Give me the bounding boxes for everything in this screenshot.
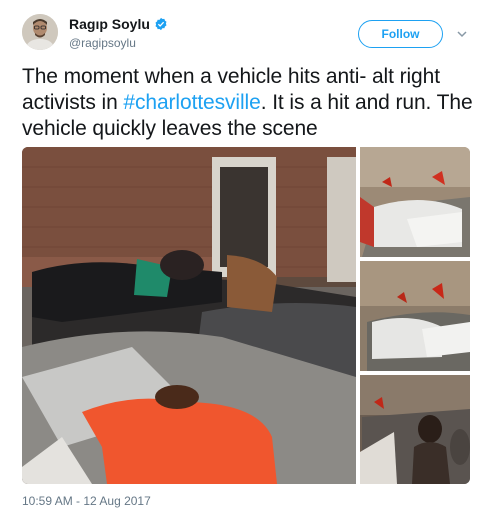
media-grid <box>22 147 470 484</box>
follow-button[interactable]: Follow <box>358 20 443 48</box>
author-name-row[interactable]: Ragıp Soylu <box>69 16 168 32</box>
media-thumbnail-2[interactable] <box>360 261 470 371</box>
media-main-frame[interactable] <box>22 147 356 484</box>
avatar-photo <box>22 14 58 50</box>
tweet-timestamp[interactable]: 10:59 AM - 12 Aug 2017 <box>22 494 151 508</box>
avatar[interactable] <box>22 14 58 50</box>
chevron-down-icon[interactable] <box>455 27 469 41</box>
verified-badge-icon <box>155 17 167 31</box>
media-thumbnail-1[interactable] <box>360 147 470 257</box>
author-name[interactable]: Ragıp Soylu <box>69 16 150 32</box>
hashtag-link[interactable]: #charlottesville <box>123 91 260 114</box>
author-handle[interactable]: @ragipsoylu <box>69 36 136 50</box>
media-thumbnail-3[interactable] <box>360 375 470 484</box>
tweet-text: The moment when a vehicle hits anti- alt… <box>22 64 477 142</box>
